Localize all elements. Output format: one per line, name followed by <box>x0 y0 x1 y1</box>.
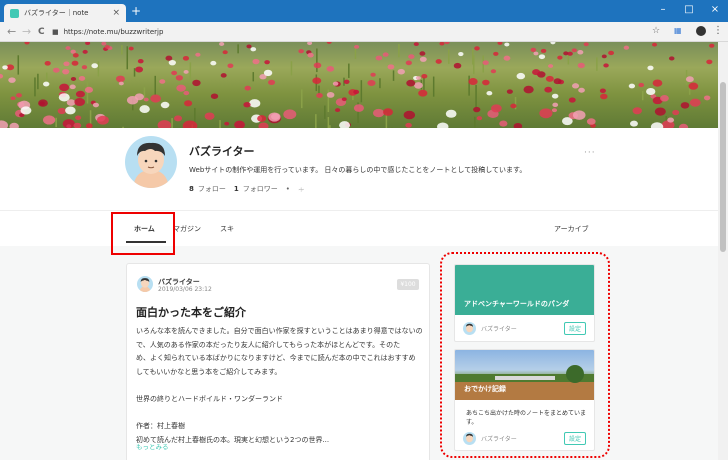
body-line: してもいいかなと思う本をご紹介してみます。 <box>136 367 282 376</box>
body-line: 初めて読んだ村上春樹氏の本。現実と幻想という2つの世界... <box>136 435 330 444</box>
body-line: め、よく知られている本ばかりになりますけど、今までに読んだ本の中でこれはおすすめ <box>136 354 416 363</box>
read-more-link[interactable]: もっとみる <box>136 441 169 451</box>
forward-button[interactable]: → <box>22 24 31 40</box>
magazine-author[interactable]: バズライター <box>481 434 564 443</box>
profile-name: バズライター <box>189 145 255 158</box>
follower-count[interactable]: 1 <box>234 185 239 193</box>
flower-field-image <box>0 42 715 128</box>
magazine-cover: アドベンチャーワールドのパンダ <box>455 265 594 315</box>
body-line <box>136 379 424 393</box>
body-line <box>136 407 424 421</box>
body-line: 作者：村上春樹 <box>136 422 185 431</box>
magazine-settings-button[interactable]: 設定 <box>563 321 586 335</box>
follower-label[interactable]: フォロワー <box>243 184 278 194</box>
magazine-card[interactable]: アドベンチャーワールドのパンダ バズライター 設定 <box>454 264 595 342</box>
follow-label[interactable]: フォロー <box>198 184 226 194</box>
browser-titlebar: バズライター｜note × + – □ × <box>0 0 728 22</box>
follow-count[interactable]: 8 <box>189 185 194 193</box>
tab-magazine[interactable]: マガジン <box>173 224 201 234</box>
magazine-footer: バズライター 設定 <box>463 430 586 446</box>
url-input[interactable]: ■ https://note.mu/buzzwriterjp <box>52 25 666 39</box>
tab-archive[interactable]: アーカイブ <box>554 224 589 234</box>
rss-icon[interactable]: ∻ <box>298 185 305 194</box>
maximize-button[interactable]: □ <box>676 0 702 22</box>
browser-tab[interactable]: バズライター｜note × <box>4 4 126 22</box>
close-window-button[interactable]: × <box>702 0 728 22</box>
profile-tabs: ホーム マガジン スキ アーカイブ <box>0 210 718 246</box>
magazine-cover: おでかけ記録 <box>455 350 594 400</box>
profile-avatar[interactable] <box>125 136 177 188</box>
account-avatar-icon[interactable] <box>696 26 706 36</box>
scrollbar-thumb[interactable] <box>720 82 726 252</box>
page-viewport: バズライター Webサイトの制作や運用を行っています。 日々の暮らしの中で感じた… <box>0 42 718 460</box>
profile-description: Webサイトの制作や運用を行っています。 日々の暮らしの中で感じたことをノートと… <box>189 166 527 174</box>
body-line: で、人気のある作家の本だったり友人に紹介してもらった本がほとんどです。そのた <box>136 340 401 349</box>
profile-stats: 8 フォロー 1 フォロワー • ∻ <box>189 184 305 194</box>
tab-close-icon[interactable]: × <box>112 8 120 18</box>
magazine-card[interactable]: おでかけ記録 あちこち出かけた時のノートをまとめています。 バズライター 設定 <box>454 349 595 451</box>
magazine-title[interactable]: アドベンチャーワールドのパンダ <box>464 299 569 309</box>
extension-icon[interactable]: ▦ <box>674 26 682 35</box>
browser-menu-icon[interactable]: ⋮ <box>713 25 723 36</box>
cover-image <box>0 42 718 128</box>
profile-more-icon[interactable]: ··· <box>584 148 596 158</box>
address-toolbar: ← → C ■ https://note.mu/buzzwriterjp ☆ ▦… <box>0 22 728 42</box>
separator-dot: • <box>285 185 290 193</box>
article-card[interactable]: バズライター 2019/03/06 23:12 ¥100 面白かった本をご紹介 … <box>126 263 430 460</box>
body-line: いろんな本を読んできました。自分で面白い作家を探すということはあまり得意ではない… <box>136 327 423 335</box>
url-text: https://note.mu/buzzwriterjp <box>63 28 164 36</box>
magazine-author-avatar[interactable] <box>463 431 476 445</box>
article-author-avatar[interactable] <box>137 276 153 292</box>
lock-icon: ■ <box>52 28 59 36</box>
article-body: いろんな本を読んできました。自分で面白い作家を探すということはあまり得意ではない… <box>136 325 424 447</box>
magazine-description: あちこち出かけた時のノートをまとめています。 <box>466 410 587 426</box>
page-scrollbar[interactable] <box>718 42 728 460</box>
magazine-author[interactable]: バズライター <box>481 324 564 333</box>
new-tab-button[interactable]: + <box>131 4 141 18</box>
magazine-title[interactable]: おでかけ記録 <box>464 384 506 394</box>
article-date: 2019/03/06 23:12 <box>158 286 212 293</box>
window-controls: – □ × <box>650 0 728 22</box>
article-title[interactable]: 面白かった本をご紹介 <box>136 304 246 320</box>
reload-button[interactable]: C <box>38 24 45 40</box>
tab-suki[interactable]: スキ <box>220 224 234 234</box>
minimize-button[interactable]: – <box>650 0 676 22</box>
magazine-footer: バズライター 設定 <box>463 320 586 336</box>
magazine-author-avatar[interactable] <box>463 321 476 335</box>
back-button[interactable]: ← <box>7 24 16 40</box>
note-favicon-icon <box>10 8 19 18</box>
tab-title: バズライター｜note <box>24 9 89 17</box>
price-badge: ¥100 <box>397 279 419 290</box>
home-tab-highlight <box>111 212 175 255</box>
magazine-settings-button[interactable]: 設定 <box>563 431 586 445</box>
body-line: 世界の終りとハードボイルド・ワンダーランド <box>136 394 283 403</box>
bookmark-star-icon[interactable]: ☆ <box>652 26 660 36</box>
